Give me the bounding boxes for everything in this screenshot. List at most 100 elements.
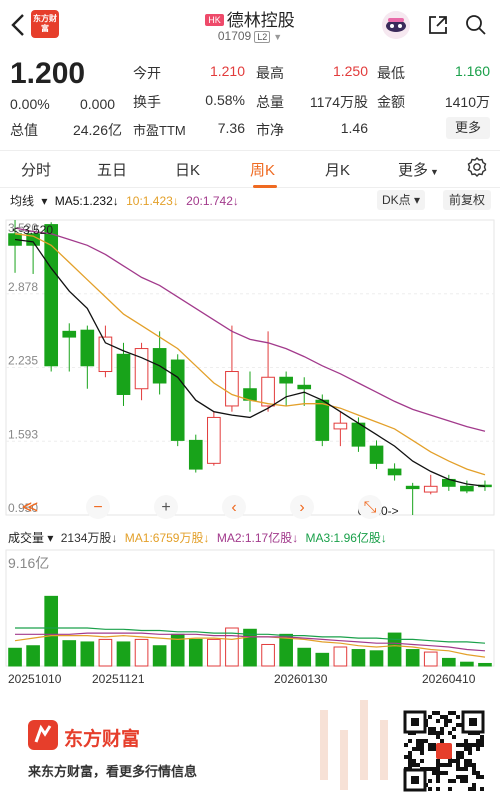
candle xyxy=(405,485,420,490)
date-label: 20251121 xyxy=(92,672,145,686)
high-value: 1.250 xyxy=(332,63,368,79)
volume-current: 2134万股↓ xyxy=(60,531,118,545)
footer-brand: 东方财富 xyxy=(64,729,141,750)
stock-code: 01709 xyxy=(217,29,252,43)
search-icon[interactable] xyxy=(464,13,488,37)
volume-bar xyxy=(315,652,330,667)
candle xyxy=(297,384,312,390)
tab-daily-k[interactable]: 日K xyxy=(175,159,200,180)
svg-text:+: + xyxy=(161,499,170,516)
svg-text:−: − xyxy=(93,499,102,516)
tab-five-day[interactable]: 五日 xyxy=(97,159,127,180)
ma-legend: 均线 ▾ MA5:1.232↓ 10:1.423↓ 20:1.742↓ xyxy=(10,192,243,209)
share-icon[interactable] xyxy=(426,13,450,37)
chevron-down-icon[interactable]: ▼ xyxy=(273,32,282,42)
volume-bar xyxy=(405,649,420,667)
tab-more[interactable]: 更多 ▼ xyxy=(398,159,439,180)
candle xyxy=(423,485,438,493)
low-value: 1.160 xyxy=(454,63,490,79)
decorative-candles xyxy=(320,700,388,790)
volume-bar xyxy=(134,638,149,667)
svg-text:›: › xyxy=(299,499,304,516)
volume-bar xyxy=(351,649,366,667)
volume-selector[interactable]: 成交量 ▾ xyxy=(8,531,53,545)
more-button[interactable]: 更多 xyxy=(446,117,490,139)
change-percent: 0.00% xyxy=(10,96,50,112)
turnover-label: 换手 xyxy=(133,94,161,110)
fullscreen-button[interactable]: ⤡ xyxy=(358,495,382,519)
dk-point-button[interactable]: DK点 ▾ xyxy=(377,190,425,210)
volume-bar xyxy=(62,640,77,667)
volume-bar xyxy=(333,646,348,667)
y-tick-label: 2.878 xyxy=(8,280,38,294)
volume-bar xyxy=(423,651,438,667)
ma5-legend: MA5:1.232↓ xyxy=(54,194,119,208)
change-amount: 0.000 xyxy=(80,96,116,112)
candle xyxy=(261,376,275,407)
footer-banner[interactable]: 东方财富 来东方财富，看更多行情信息 xyxy=(0,700,500,802)
amount-label: 金额 xyxy=(377,94,405,110)
volume-label: 总量 xyxy=(256,94,284,110)
tab-monthly-k[interactable]: 月K xyxy=(325,159,350,180)
volume-bar xyxy=(369,650,384,667)
candle xyxy=(279,376,293,384)
y-tick-label: 1.593 xyxy=(8,427,38,441)
volume-bar xyxy=(80,641,95,667)
candle xyxy=(170,359,185,441)
volume-chart[interactable]: 9.16亿 xyxy=(0,548,500,668)
volume-bar xyxy=(26,645,40,667)
volume-bar xyxy=(188,638,203,667)
market-cap-label: 总值 xyxy=(10,122,38,138)
high-label: 最高 xyxy=(256,65,284,81)
candle xyxy=(80,329,95,367)
scroll-right-button[interactable]: › xyxy=(290,495,314,519)
ma20-legend: 20:1.742↓ xyxy=(186,194,239,208)
volume-bar xyxy=(441,657,456,667)
low-label: 最低 xyxy=(377,65,405,81)
candle xyxy=(207,416,221,464)
svg-text:≪: ≪ xyxy=(22,499,39,516)
tab-weekly-k[interactable]: 周K xyxy=(250,159,275,180)
volume-bar xyxy=(116,641,131,667)
scroll-left-button[interactable]: ‹ xyxy=(222,495,246,519)
volume-bar xyxy=(297,647,312,667)
zoom-in-button[interactable]: + xyxy=(154,495,178,519)
volume-bar xyxy=(478,662,492,667)
adjust-button[interactable]: 前复权 xyxy=(443,190,491,210)
date-label: 20260130 xyxy=(274,672,328,686)
period-tabs: 分时 五日 日K 周K 月K 更多 ▼ xyxy=(0,150,500,188)
volume-bar xyxy=(8,647,22,667)
zoom-out-button[interactable]: − xyxy=(86,495,110,519)
vol-ma1-legend: MA1:6759万股↓ xyxy=(124,531,210,545)
volume-bar xyxy=(207,638,221,667)
candlestick-chart[interactable]: 3.5202.8782.2351.5930.950<-3.5200.950->≪… xyxy=(0,210,500,528)
level-badge[interactable]: L2 xyxy=(254,31,271,43)
candle xyxy=(333,422,348,430)
date-label: 20251010 xyxy=(8,672,62,686)
stock-name: 德林控股 xyxy=(226,11,295,30)
high-marker: <-3.520 xyxy=(12,223,53,237)
candle xyxy=(62,330,77,338)
volume-bar xyxy=(279,633,293,667)
indicator-selector[interactable]: 均线 ▾ xyxy=(10,194,47,208)
gear-icon[interactable] xyxy=(466,156,488,178)
date-label: 20260410 xyxy=(422,672,476,686)
svg-text:‹: ‹ xyxy=(231,499,236,516)
volume-legend: 成交量 ▾ 2134万股↓ MA1:6759万股↓ MA2:1.17亿股↓ MA… xyxy=(8,529,387,546)
open-label: 今开 xyxy=(133,65,161,81)
candle xyxy=(225,371,239,407)
candle xyxy=(315,399,330,441)
top-bar: 东方财富 HK 德林控股 01709 L2 ▼ xyxy=(0,0,500,52)
volume-bar xyxy=(261,643,275,667)
open-value: 1.210 xyxy=(209,63,245,79)
amount-value: 1410万 xyxy=(444,94,490,110)
candle xyxy=(116,353,131,395)
tab-intraday[interactable]: 分时 xyxy=(21,159,51,180)
footer-logo-icon xyxy=(28,720,58,750)
qr-code-icon xyxy=(403,710,485,792)
volume-value: 1174万股 xyxy=(309,94,368,110)
assistant-avatar-icon[interactable] xyxy=(382,11,410,39)
vol-ma3-legend: MA3:1.96亿股↓ xyxy=(305,531,387,545)
volume-max-label: 9.16亿 xyxy=(8,555,49,571)
svg-text:⤡: ⤡ xyxy=(364,499,377,516)
